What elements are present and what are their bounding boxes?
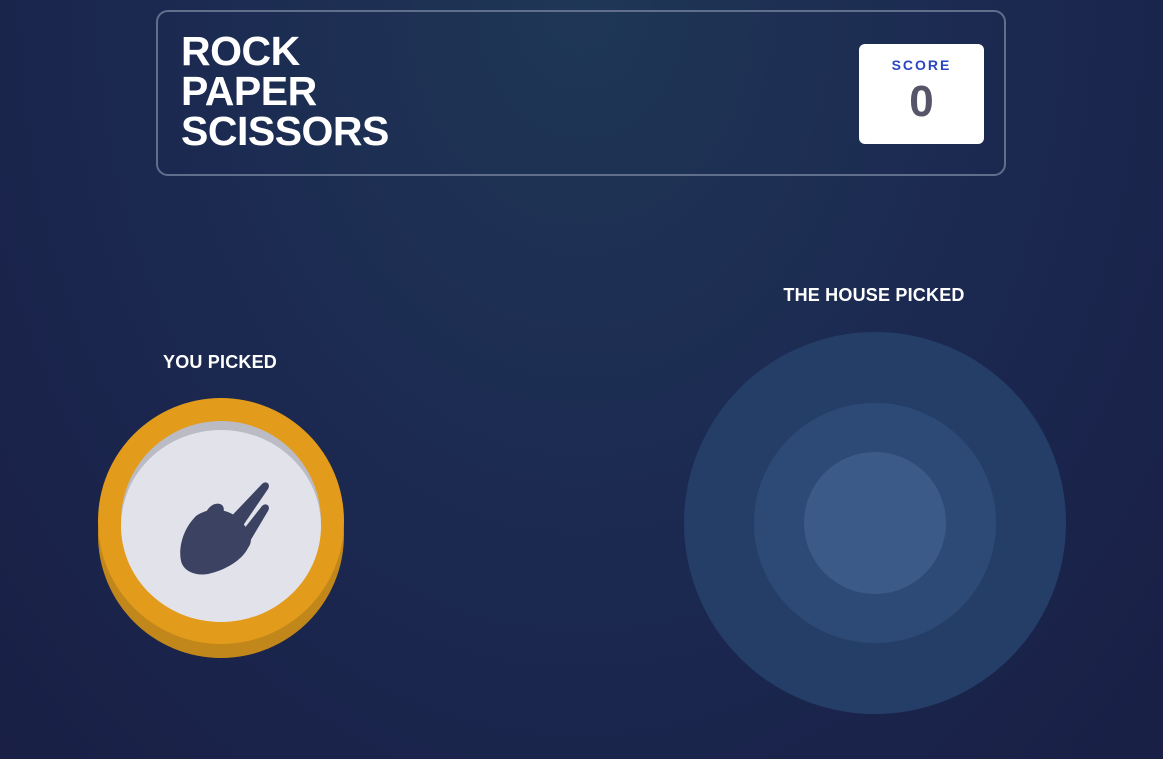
player-choice-token [98,398,344,658]
score-box: SCORE 0 [859,44,984,144]
title-line-paper: PAPER [181,68,317,114]
score-value: 0 [909,77,934,126]
house-choice-placeholder [684,332,1066,714]
game-title: ROCK PAPER SCISSORS [181,28,389,154]
you-picked-label: YOU PICKED [162,352,278,372]
scissors-hand-icon [180,482,269,575]
house-placeholder-core [804,452,946,594]
score-label: SCORE [891,57,952,73]
game-header: ROCK PAPER SCISSORS SCORE 0 [156,10,1006,176]
title-line-scissors: SCISSORS [181,108,389,154]
title-line-rock: ROCK [181,28,300,74]
house-placeholder-mid-ring [754,403,996,643]
house-picked-label: THE HOUSE PICKED [783,285,965,305]
